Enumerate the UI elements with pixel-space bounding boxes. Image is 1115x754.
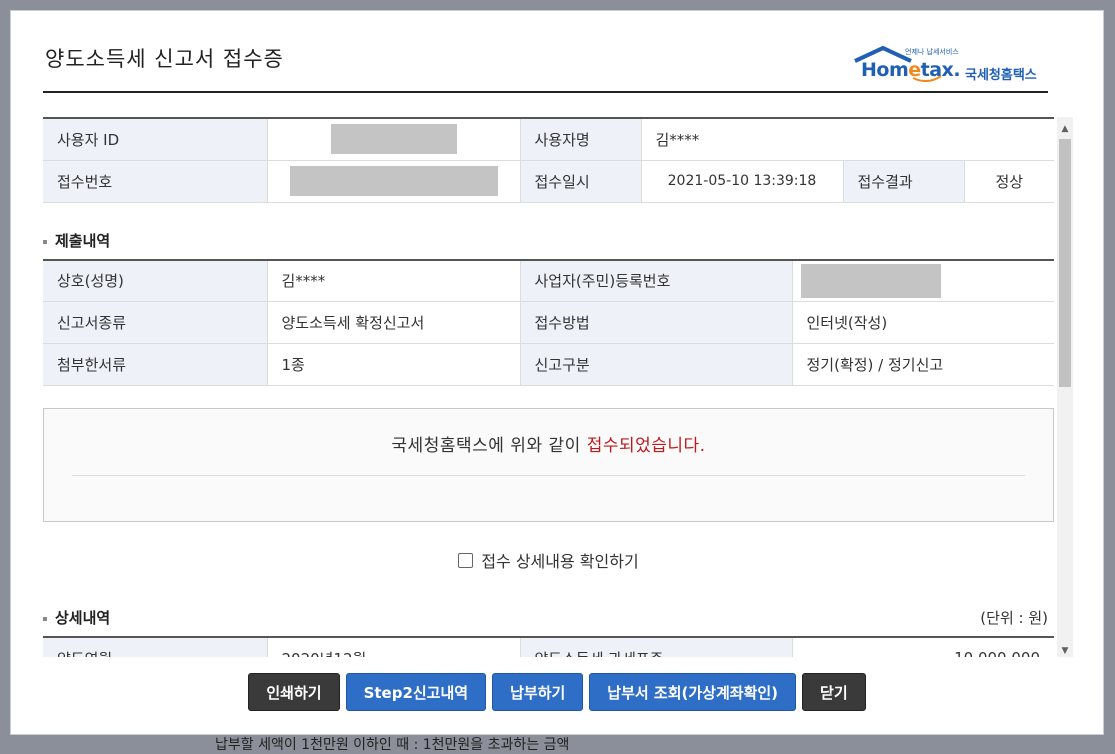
- attachments-value: 1종: [267, 343, 521, 386]
- detail-table: 양도연월 2020년12월 양도소득세 과세표준 10,000,000: [43, 636, 1054, 657]
- submission-table: 상호(성명) 김**** 사업자(주민)등록번호 신고서종류 양도소득세 확정신…: [43, 258, 1054, 386]
- close-button[interactable]: 닫기: [802, 673, 866, 711]
- receipt-date-label: 접수일시: [520, 160, 642, 203]
- receipt-result-label: 접수결과: [843, 160, 965, 203]
- scrollbar-thumb[interactable]: [1059, 139, 1071, 387]
- background-page-text: 납부할 세액이 1천만원 이하인 때 : 1천만원을 초과하는 금액: [215, 737, 570, 753]
- scroll-content: 사용자 ID 사용자명 김**** 접수번호 접수일시 2021-05-10 1…: [43, 117, 1054, 657]
- receipt-no-value: [267, 160, 521, 203]
- hometax-logo: 언제나 납세서비스 Hometax. 국세청홈택스: [853, 45, 1048, 85]
- user-id-label: 사용자 ID: [43, 117, 268, 161]
- logo-tagline: 언제나 납세서비스: [905, 48, 959, 56]
- pay-slip-button[interactable]: 납부서 조회(가상계좌확인): [589, 673, 797, 711]
- table-row: 사용자 ID 사용자명 김****: [43, 117, 1054, 161]
- receipt-no-label: 접수번호: [43, 160, 268, 203]
- method-value: 인터넷(작성): [792, 301, 1054, 344]
- modal-header: 양도소득세 신고서 접수증 언제나 납세서비스 Hometax. 국세청홈택스: [43, 41, 1048, 93]
- logo-subtitle: 국세청홈택스: [965, 68, 1037, 83]
- table-row: 첨부한서류 1종 신고구분 정기(확정) / 정기신고: [43, 343, 1054, 386]
- page-title: 양도소득세 신고서 접수증: [45, 47, 284, 71]
- user-info-table: 사용자 ID 사용자명 김**** 접수번호 접수일시 2021-05-10 1…: [43, 117, 1054, 203]
- attachments-label: 첨부한서류: [43, 343, 268, 386]
- redacted-block: [330, 124, 457, 155]
- table-row: 양도연월 2020년12월 양도소득세 과세표준 10,000,000: [43, 636, 1054, 657]
- scroll-down-arrow-icon[interactable]: ▼: [1057, 643, 1073, 659]
- receipt-notice-message: 국세청홈택스에 위와 같이 접수되었습니다.: [391, 436, 706, 456]
- redacted-block: [289, 166, 498, 196]
- pay-button[interactable]: 납부하기: [492, 673, 584, 711]
- detail-section-title: 상세내역 (단위 : 원): [43, 600, 1054, 636]
- table-row: 신고서종류 양도소득세 확정신고서 접수방법 인터넷(작성): [43, 301, 1054, 344]
- redacted-block: [800, 263, 941, 298]
- detail-value: 10,000,000: [792, 636, 1054, 657]
- category-value: 정기(확정) / 정기신고: [792, 343, 1054, 386]
- scroll-up-arrow-icon[interactable]: ▲: [1057, 121, 1073, 137]
- detail-label: 양도소득세 과세표준: [520, 636, 793, 657]
- category-label: 신고구분: [520, 343, 793, 386]
- detail-check-label: 접수 상세내용 확인하기: [481, 552, 639, 571]
- detail-label: 양도연월: [43, 636, 268, 657]
- detail-value: 2020년12월: [267, 636, 521, 657]
- user-name-label: 사용자명: [520, 117, 642, 161]
- detail-checkbox[interactable]: [458, 553, 474, 568]
- form-type-value: 양도소득세 확정신고서: [267, 301, 521, 344]
- receipt-notice-box: 국세청홈택스에 위와 같이 접수되었습니다.: [43, 408, 1054, 522]
- name-value: 김****: [267, 258, 521, 302]
- detail-check-row[interactable]: 접수 상세내용 확인하기: [43, 548, 1054, 572]
- receipt-modal: 양도소득세 신고서 접수증 언제나 납세서비스 Hometax. 국세청홈택스 …: [10, 10, 1104, 735]
- name-label: 상호(성명): [43, 258, 268, 302]
- vertical-scrollbar[interactable]: ▲ ▼: [1057, 117, 1073, 657]
- method-label: 접수방법: [520, 301, 793, 344]
- form-type-label: 신고서종류: [43, 301, 268, 344]
- button-bar: 인쇄하기 Step2신고내역 납부하기 납부서 조회(가상계좌확인) 닫기: [11, 673, 1103, 711]
- submission-section-title: 제출내역: [43, 223, 1054, 259]
- receipt-date-value: 2021-05-10 13:39:18: [641, 160, 844, 203]
- user-id-value: [267, 117, 521, 161]
- unit-label: (단위 : 원): [980, 609, 1048, 627]
- biz-no-value: [792, 258, 1054, 302]
- receipt-result-value: 정상: [964, 160, 1054, 203]
- user-name-value: 김****: [641, 117, 1054, 161]
- step2-report-button[interactable]: Step2신고내역: [345, 673, 487, 711]
- table-row: 접수번호 접수일시 2021-05-10 13:39:18 접수결과 정상: [43, 160, 1054, 203]
- print-button[interactable]: 인쇄하기: [248, 673, 340, 711]
- table-row: 상호(성명) 김**** 사업자(주민)등록번호: [43, 258, 1054, 302]
- divider: [72, 475, 1025, 476]
- biz-no-label: 사업자(주민)등록번호: [520, 258, 793, 302]
- logo-wordmark: Hometax.: [861, 59, 961, 81]
